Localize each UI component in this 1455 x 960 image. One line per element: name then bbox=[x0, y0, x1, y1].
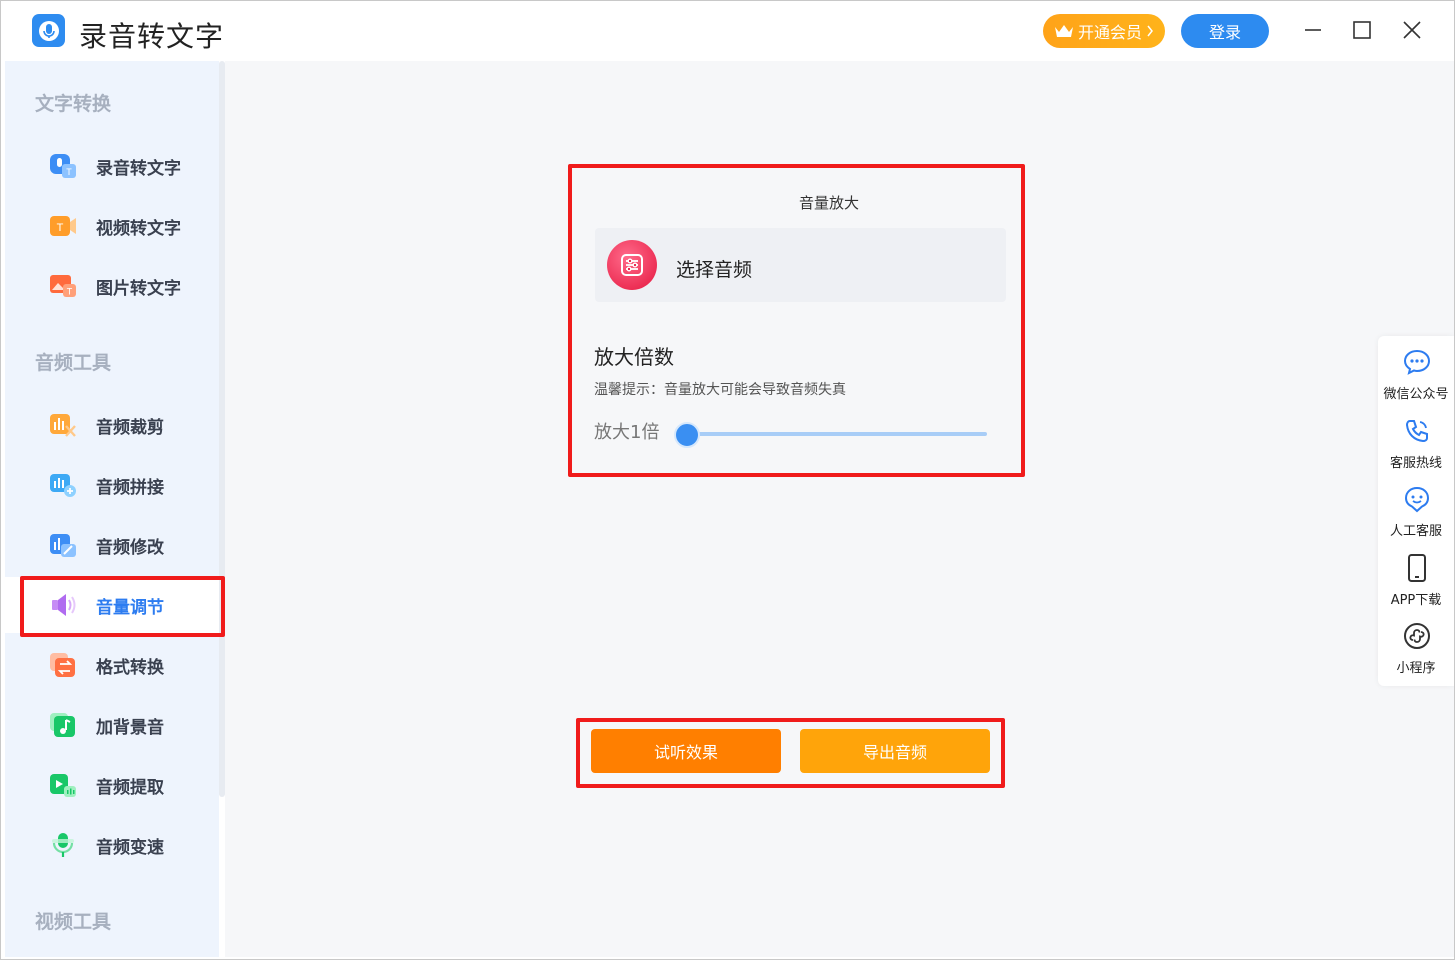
music-note-icon bbox=[50, 713, 75, 737]
app-window: 录音转文字 开通会员 登录 文字转换 T 录音转文字 T 视频转文字 T 图片转… bbox=[0, 0, 1455, 960]
close-icon bbox=[1403, 21, 1421, 39]
select-audio-label: 选择音频 bbox=[676, 259, 753, 281]
audio-settings-icon bbox=[607, 240, 657, 290]
volume-icon bbox=[52, 594, 76, 616]
sidebar-item-label: 图片转文字 bbox=[96, 279, 181, 299]
mini-program-button[interactable]: 小程序 bbox=[1378, 622, 1454, 684]
sidebar-item-label: 音量调节 bbox=[96, 598, 164, 618]
sidebar-item-audio-speed[interactable]: 音频变速 bbox=[5, 817, 219, 873]
app-logo-icon bbox=[32, 14, 65, 47]
sidebar-item-audio-join[interactable]: 音频拼接 bbox=[5, 457, 219, 513]
sidebar-item-label: 录音转文字 bbox=[96, 159, 181, 179]
service-hotline-button[interactable]: 客服热线 bbox=[1378, 417, 1454, 479]
sidebar-item-image-to-text[interactable]: T 图片转文字 bbox=[5, 258, 219, 314]
sidebar-item-volume[interactable]: 音量调节 bbox=[5, 577, 219, 633]
app-download-button[interactable]: APP下载 bbox=[1378, 554, 1454, 616]
microphone-icon bbox=[52, 833, 74, 857]
phone-icon bbox=[1405, 420, 1428, 443]
sidebar-item-background-music[interactable]: 加背景音 bbox=[5, 697, 219, 753]
sidebar: 文字转换 T 录音转文字 T 视频转文字 T 图片转文字 音频工具 音频裁剪 音… bbox=[5, 61, 219, 957]
audio-extract-icon bbox=[50, 774, 76, 797]
format-convert-icon bbox=[50, 653, 75, 677]
sidebar-item-audio-edit[interactable]: 音频修改 bbox=[5, 517, 219, 573]
svg-text:T: T bbox=[66, 167, 72, 177]
right-panel-label: 小程序 bbox=[1396, 661, 1436, 676]
vip-label: 开通会员 bbox=[1077, 23, 1142, 42]
right-panel-label: 人工客服 bbox=[1389, 524, 1442, 539]
vip-button[interactable]: 开通会员 bbox=[1043, 14, 1165, 48]
sidebar-item-audio-to-text[interactable]: T 录音转文字 bbox=[5, 138, 219, 194]
right-panel-label: 微信公众号 bbox=[1383, 387, 1449, 402]
sidebar-item-label: 音频修改 bbox=[96, 538, 164, 558]
amplify-slider-thumb[interactable] bbox=[674, 422, 700, 448]
audio-trim-icon bbox=[50, 414, 76, 437]
minimize-button[interactable] bbox=[1298, 15, 1328, 45]
live-support-button[interactable]: 人工客服 bbox=[1378, 485, 1454, 547]
export-button[interactable]: 导出音频 bbox=[800, 729, 990, 773]
sidebar-item-format-convert[interactable]: 格式转换 bbox=[5, 637, 219, 693]
section-title-video-tools: 视频工具 bbox=[35, 911, 112, 933]
sidebar-item-label: 音频裁剪 bbox=[96, 418, 164, 438]
section-title-audio-tools: 音频工具 bbox=[35, 352, 112, 374]
sidebar-item-label: 加背景音 bbox=[96, 718, 164, 738]
mini-program-icon bbox=[1404, 623, 1430, 649]
right-panel-label: 客服热线 bbox=[1389, 456, 1442, 471]
amplify-slider-track[interactable] bbox=[687, 432, 987, 436]
svg-text:T: T bbox=[57, 222, 64, 234]
crown-icon bbox=[1054, 25, 1073, 37]
sidebar-item-audio-trim[interactable]: 音频裁剪 bbox=[5, 397, 219, 453]
sidebar-item-label: 格式转换 bbox=[96, 658, 164, 678]
amplify-value-label: 放大1倍 bbox=[594, 422, 660, 443]
title-bar: 录音转文字 开通会员 登录 bbox=[1, 1, 1454, 61]
mobile-icon bbox=[1408, 554, 1426, 582]
audio-to-text-icon: T bbox=[50, 154, 76, 178]
audio-join-icon bbox=[50, 474, 76, 497]
sidebar-item-label: 音频提取 bbox=[96, 778, 164, 798]
section-title-text-conversion: 文字转换 bbox=[35, 93, 112, 115]
image-to-text-icon: T bbox=[50, 275, 76, 297]
app-title: 录音转文字 bbox=[79, 20, 225, 53]
wechat-icon bbox=[1403, 349, 1431, 375]
select-audio-button[interactable]: 选择音频 bbox=[595, 228, 1006, 302]
audio-edit-icon bbox=[50, 534, 76, 557]
chevron-right-icon bbox=[1147, 25, 1153, 37]
sidebar-item-label: 音频拼接 bbox=[96, 478, 164, 498]
amplify-tip: 温馨提示：音量放大可能会导致音频失真 bbox=[594, 382, 846, 398]
svg-text:T: T bbox=[67, 287, 73, 297]
maximize-icon bbox=[1353, 21, 1371, 39]
customer-service-icon bbox=[1404, 486, 1430, 513]
sidebar-item-label: 音频变速 bbox=[96, 838, 164, 858]
sidebar-item-label: 视频转文字 bbox=[96, 219, 181, 239]
wechat-official-account-button[interactable]: 微信公众号 bbox=[1378, 348, 1454, 410]
sidebar-item-video-to-text[interactable]: T 视频转文字 bbox=[5, 198, 219, 254]
video-to-text-icon: T bbox=[50, 216, 76, 236]
amplify-title: 放大倍数 bbox=[594, 345, 674, 369]
card-title: 音量放大 bbox=[799, 194, 860, 212]
sidebar-item-audio-extract[interactable]: 音频提取 bbox=[5, 757, 219, 813]
close-button[interactable] bbox=[1397, 15, 1427, 45]
right-service-panel: 微信公众号 客服热线 人工客服 APP下载 小程序 bbox=[1378, 336, 1454, 686]
login-button[interactable]: 登录 bbox=[1181, 14, 1269, 48]
minimize-icon bbox=[1305, 29, 1321, 31]
maximize-button[interactable] bbox=[1347, 15, 1377, 45]
preview-button[interactable]: 试听效果 bbox=[591, 729, 781, 773]
right-panel-label: APP下载 bbox=[1390, 593, 1442, 608]
